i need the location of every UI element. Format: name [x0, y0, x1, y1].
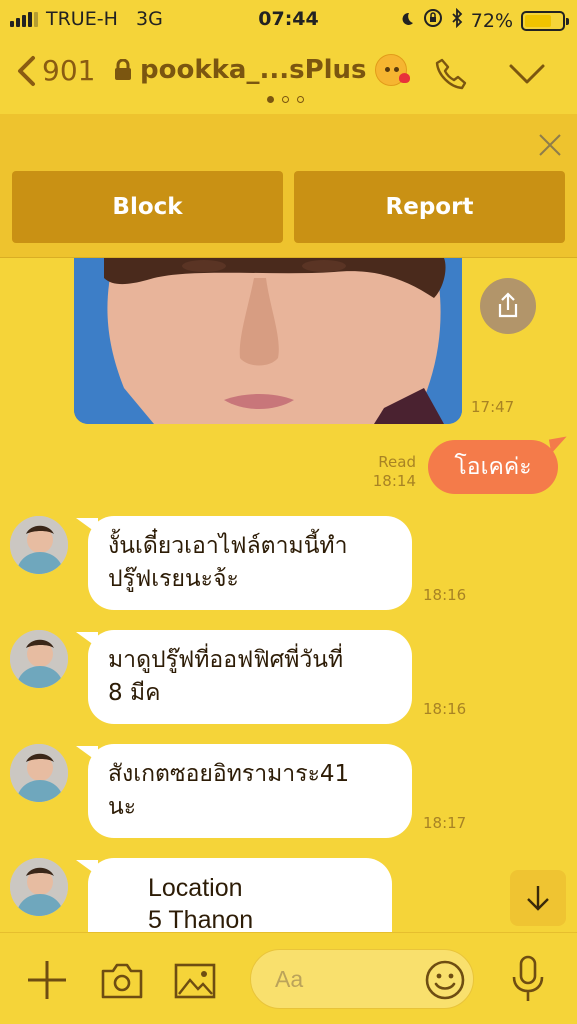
moon-icon [399, 10, 415, 32]
menu-toggle-button[interactable] [508, 56, 546, 96]
page-indicator [267, 96, 304, 103]
message-placeholder: Aa [275, 966, 304, 992]
arrow-down-icon [527, 886, 549, 911]
plus-icon [28, 961, 66, 999]
camera-icon [101, 963, 143, 999]
call-button[interactable] [433, 56, 469, 96]
image-icon [174, 963, 216, 999]
battery-icon [521, 10, 569, 31]
battery-percent: 72% [470, 9, 513, 32]
message-line: มาดูปรู๊ฟที่ออฟฟิศพี่วันที่ [108, 647, 344, 673]
avatar[interactable] [10, 744, 68, 802]
read-label: Read [378, 453, 416, 471]
baby-avatar-image [10, 858, 68, 916]
baby-avatar-image [10, 630, 68, 688]
location-label: Location [148, 874, 243, 902]
incoming-message[interactable]: งั้นเดี๋ยวเอาไฟล์ตามนี้ทำ ปรู๊ฟเรยนะจ้ะ [76, 516, 412, 610]
incoming-message[interactable]: มาดูปรู๊ฟที่ออฟฟิศพี่วันที่ 8 มีค [76, 630, 412, 724]
message-line: นะ [108, 794, 137, 820]
photo-message[interactable] [74, 258, 462, 424]
baby-avatar-image [10, 744, 68, 802]
unread-count: 901 [42, 54, 96, 87]
chevron-down-icon [509, 64, 545, 84]
microphone-icon [512, 955, 544, 1001]
outgoing-message[interactable]: โอเคค่ะ [428, 440, 558, 494]
location-address: 5 Thanon [148, 906, 254, 932]
baby-avatar-image [10, 516, 68, 574]
page-dot [267, 96, 274, 103]
block-button[interactable]: Block [12, 171, 283, 243]
outgoing-timestamp: 18:14 [372, 472, 416, 490]
message-line: ปรู๊ฟเรยนะจ้ะ [108, 566, 239, 592]
emoji-button[interactable] [425, 960, 465, 1004]
back-button[interactable]: 901 [16, 54, 95, 87]
photo-timestamp: 17:47 [471, 398, 515, 416]
read-receipt: Read 18:14 [360, 453, 416, 491]
status-icons: 72% [399, 7, 569, 33]
chat-header: 901 pookka_...sPlus [0, 38, 577, 114]
chat-name: pookka_...sPlus [140, 55, 367, 85]
chat-area[interactable]: 17:47 Read 18:14 โอเคค่ะ งั้นเดี๋ยวเอาไฟ… [0, 258, 577, 932]
camera-button[interactable] [100, 963, 144, 1003]
page-dot [282, 96, 289, 103]
voice-message-button[interactable] [510, 955, 546, 1007]
avatar[interactable] [10, 858, 68, 916]
rotation-lock-icon [423, 8, 443, 33]
lock-icon [115, 59, 131, 80]
battery-level [525, 14, 551, 27]
kiss-emoji-icon [374, 54, 410, 86]
report-button[interactable]: Report [294, 171, 565, 243]
smiley-icon [425, 960, 465, 1000]
close-panel-button[interactable] [537, 132, 563, 162]
message-line: สังเกตซอยอิทรามาระ41 [108, 761, 350, 787]
message-input[interactable]: Aa [250, 949, 474, 1009]
portrait-image [74, 258, 462, 424]
scroll-to-bottom-button[interactable] [510, 870, 566, 926]
message-timestamp: 18:16 [423, 700, 467, 718]
gallery-button[interactable] [174, 963, 216, 1003]
location-message[interactable]: Location 5 Thanon [76, 858, 392, 932]
message-line: 8 มีค [108, 680, 161, 706]
avatar[interactable] [10, 516, 68, 574]
close-icon [539, 134, 561, 156]
chat-title[interactable]: pookka_...sPlus [114, 54, 410, 86]
chevron-left-icon [18, 55, 35, 86]
message-line: งั้นเดี๋ยวเอาไฟล์ตามนี้ทำ [108, 533, 348, 559]
page-dot [297, 96, 304, 103]
message-input-bar: Aa [0, 932, 577, 1024]
status-bar: TRUE-H 3G 07:44 72% [0, 0, 577, 38]
bluetooth-icon [451, 7, 463, 33]
share-icon [498, 292, 518, 318]
phone-icon [435, 58, 467, 90]
message-timestamp: 18:16 [423, 586, 467, 604]
share-button[interactable] [480, 278, 536, 334]
message-timestamp: 18:17 [423, 814, 467, 832]
action-panel: Block Report [0, 114, 577, 258]
incoming-message[interactable]: สังเกตซอยอิทรามาระ41 นะ [76, 744, 412, 838]
add-attachment-button[interactable] [26, 959, 68, 1005]
avatar[interactable] [10, 630, 68, 688]
